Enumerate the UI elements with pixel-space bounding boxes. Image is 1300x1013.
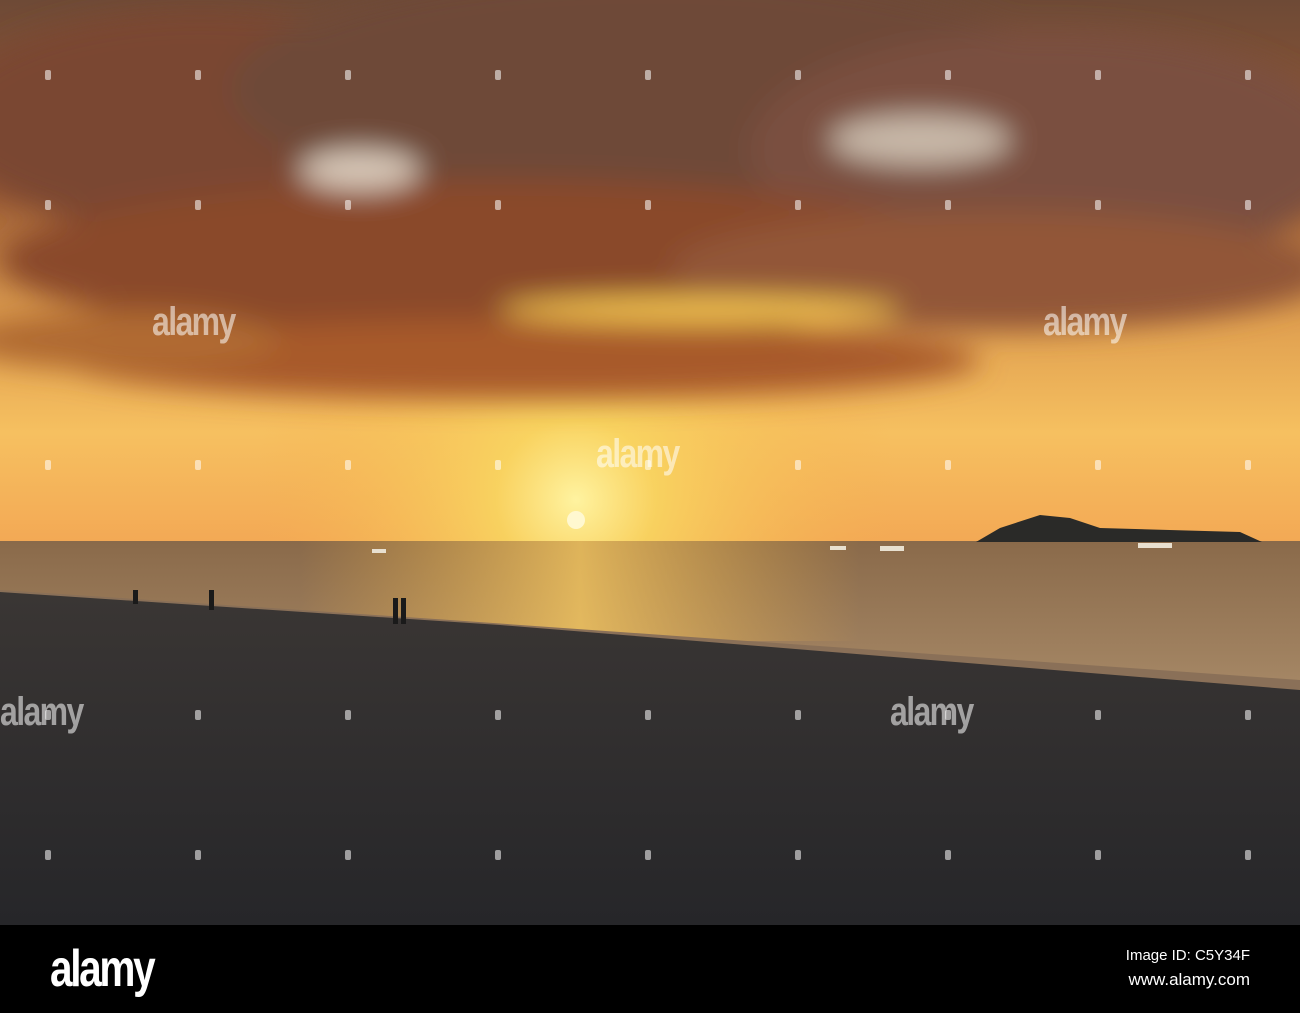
watermark-dot: [945, 710, 951, 720]
watermark-dot: [345, 460, 351, 470]
watermark-dot: [795, 70, 801, 80]
website-link[interactable]: www.alamy.com: [1128, 970, 1250, 990]
watermark-dot: [495, 200, 501, 210]
watermark-dot: [45, 710, 51, 720]
watermark-dot: [1095, 200, 1101, 210]
watermark-dot: [45, 70, 51, 80]
watermark-dot: [945, 70, 951, 80]
watermark-dot: [495, 460, 501, 470]
watermark-dot: [1245, 70, 1251, 80]
watermark-dot: [495, 850, 501, 860]
watermark: alamy: [596, 432, 680, 476]
watermark: alamy: [152, 300, 236, 344]
watermark-dot: [1095, 710, 1101, 720]
watermark-dot: [645, 460, 651, 470]
watermark-dot: [1245, 710, 1251, 720]
watermark-dot: [945, 850, 951, 860]
watermark-dot: [1245, 200, 1251, 210]
watermark-dot: [795, 200, 801, 210]
watermark-dot: [1095, 460, 1101, 470]
watermark: alamy: [890, 690, 974, 734]
watermark-dot: [345, 850, 351, 860]
watermark: alamy: [1043, 300, 1127, 344]
watermark-dot: [1245, 460, 1251, 470]
watermark-dot: [795, 850, 801, 860]
watermark-dot: [45, 850, 51, 860]
watermark-dot: [945, 460, 951, 470]
watermark-dot: [645, 710, 651, 720]
watermark-dot: [195, 460, 201, 470]
watermark-dot: [945, 200, 951, 210]
watermark-dot: [195, 70, 201, 80]
watermark-dot: [195, 710, 201, 720]
watermark-dot: [345, 70, 351, 80]
watermark-dot: [645, 850, 651, 860]
watermark-dot: [195, 200, 201, 210]
footer-bar: alamy Image ID: C5Y34F www.alamy.com: [0, 925, 1300, 1013]
watermark-dot: [795, 460, 801, 470]
watermark-dot: [345, 200, 351, 210]
watermark-dot: [1245, 850, 1251, 860]
watermark-dot: [1095, 70, 1101, 80]
image-id: Image ID: C5Y34F: [1125, 947, 1250, 964]
watermark-dot: [45, 460, 51, 470]
watermark-dot: [45, 200, 51, 210]
watermark-dot: [645, 70, 651, 80]
sun: [567, 511, 585, 529]
watermark-dot: [495, 70, 501, 80]
watermark: alamy: [0, 690, 84, 734]
alamy-logo: alamy: [50, 940, 156, 998]
watermark-dot: [495, 710, 501, 720]
watermark-dot: [645, 200, 651, 210]
watermark-dot: [795, 710, 801, 720]
watermark-dot: [1095, 850, 1101, 860]
watermark-dot: [345, 710, 351, 720]
watermark-dot: [195, 850, 201, 860]
